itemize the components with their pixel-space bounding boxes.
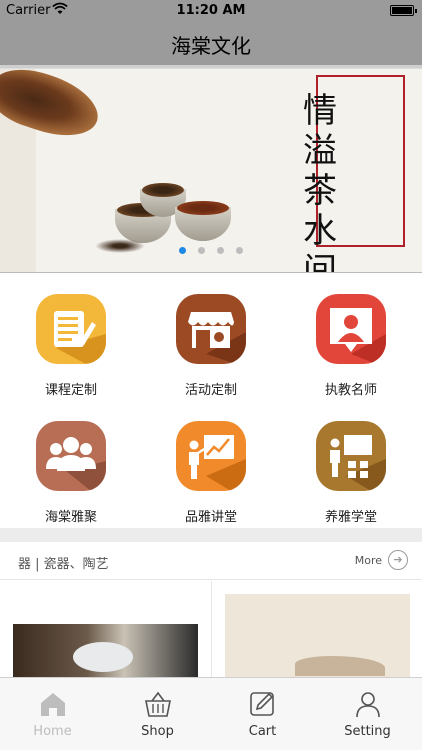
category-label: 活动定制 <box>184 383 237 398</box>
more-link[interactable]: More <box>355 554 382 567</box>
tab-cart[interactable]: Cart <box>210 678 315 751</box>
tab-label: Setting <box>344 724 391 739</box>
tab-label: Home <box>33 724 72 739</box>
category-classroom[interactable]: 养雅学堂 <box>281 401 421 528</box>
banner-carousel[interactable]: 情 溢 茶 水 间 <box>0 68 422 273</box>
banner-char: 水 <box>303 211 337 251</box>
category-label: 执教名师 <box>324 383 377 398</box>
page-dot[interactable] <box>236 247 243 254</box>
tab-home[interactable]: Home <box>0 678 105 751</box>
category-teachers[interactable]: 执教名师 <box>281 274 421 401</box>
category-label: 养雅学堂 <box>324 510 377 525</box>
status-bar: Carrier 11:20 AM <box>0 0 422 20</box>
home-icon <box>38 690 68 718</box>
tab-setting[interactable]: Setting <box>315 678 420 751</box>
presentation-icon <box>176 421 246 491</box>
product-list <box>0 581 422 677</box>
banner-vertical-text: 情 溢 茶 水 间 <box>300 91 340 273</box>
shop-stall-icon <box>176 294 246 364</box>
status-time: 11:20 AM <box>176 3 246 18</box>
chevron-right-icon[interactable]: ➔ <box>388 550 408 570</box>
person-icon <box>353 690 383 718</box>
page-indicator[interactable] <box>179 239 255 258</box>
category-label: 课程定制 <box>44 383 97 398</box>
product-card[interactable] <box>211 581 422 677</box>
battery-icon <box>390 5 417 16</box>
course-list-icon <box>36 294 106 364</box>
section-header: 器 | 瓷器、陶艺 More ➔ <box>0 542 422 580</box>
banner-char: 情 <box>303 91 337 131</box>
product-image <box>225 594 410 677</box>
teacher-badge-icon <box>316 294 386 364</box>
page-title: 海棠文化 <box>171 34 251 58</box>
category-course-custom[interactable]: 课程定制 <box>1 274 141 401</box>
tab-shop[interactable]: Shop <box>105 678 210 751</box>
navigation-bar: 海棠文化 <box>0 20 422 65</box>
tea-leaves-image <box>95 239 145 253</box>
tab-label: Shop <box>141 724 174 739</box>
basket-icon <box>143 690 173 718</box>
tab-label: Cart <box>248 724 277 739</box>
page-dot[interactable] <box>217 247 224 254</box>
section-title: 器 | 瓷器、陶艺 <box>18 557 109 572</box>
product-image <box>13 624 198 677</box>
product-card[interactable] <box>0 581 211 677</box>
section-separator <box>0 528 422 542</box>
category-label: 品雅讲堂 <box>184 510 237 525</box>
tab-bar: Home Shop Cart Setting <box>0 677 422 750</box>
banner-char: 溢 <box>303 131 337 171</box>
banner-char: 茶 <box>303 171 337 211</box>
edit-icon <box>248 690 278 718</box>
category-gathering[interactable]: 海棠雅聚 <box>1 401 141 528</box>
banner-char: 间 <box>303 251 337 273</box>
page-dot[interactable] <box>179 247 186 254</box>
classroom-icon <box>316 421 386 491</box>
category-label: 海棠雅聚 <box>44 510 97 525</box>
group-icon <box>36 421 106 491</box>
category-event-custom[interactable]: 活动定制 <box>141 274 281 401</box>
category-lecture-hall[interactable]: 品雅讲堂 <box>141 401 281 528</box>
category-grid: 课程定制 活动定制 执教名师 海棠雅聚 品雅讲堂 养雅学堂 <box>0 274 422 528</box>
page-dot[interactable] <box>198 247 205 254</box>
